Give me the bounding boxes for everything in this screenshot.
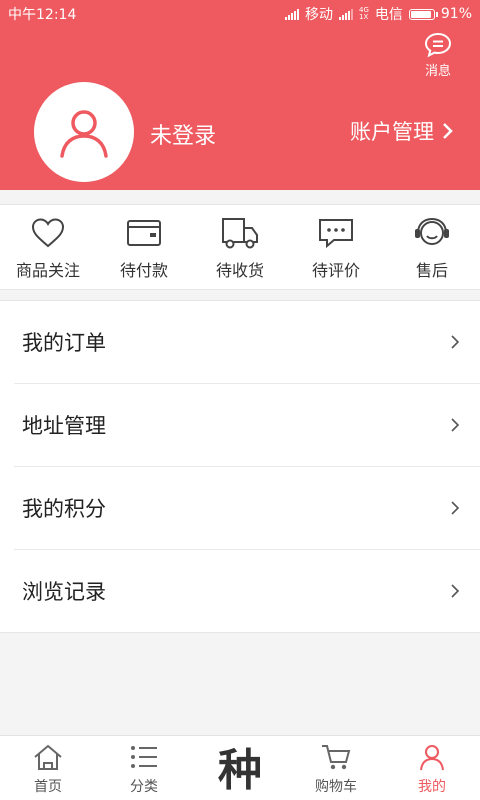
brand-glyph: 种 [218,745,262,796]
user-avatar-icon [60,110,108,158]
tab-cart[interactable]: 购物车 [288,736,384,800]
signal-icon-2 [338,8,353,20]
order-item-label: 待评价 [311,261,360,280]
tab-label: 首页 [34,779,62,795]
chevron-right-icon [451,418,460,432]
menu-item-history[interactable]: 浏览记录 [14,550,480,632]
menu-item-label: 我的积分 [22,497,106,521]
menu-item-label: 我的订单 [22,331,106,355]
order-item-label: 售后 [415,261,448,280]
tab-label: 分类 [130,779,158,795]
carrier-2: 电信 [374,7,403,23]
chevron-right-icon [451,584,460,598]
menu-list: 我的订单 地址管理 我的积分 浏览记录 [0,300,480,633]
chevron-right-icon [451,335,460,349]
signal-icon [284,8,299,20]
message-icon [424,32,452,58]
network-type: 4G 1X [358,6,369,21]
chevron-right-icon [443,123,453,139]
menu-item-label: 地址管理 [22,414,106,438]
account-management-label: 账户管理 [350,120,434,144]
wallet-icon [127,220,161,246]
list-icon [131,746,157,768]
home-icon [34,744,62,770]
status-bar: 中午12:14 移动 4G 1X 电信 91% [0,0,480,26]
login-status[interactable]: 未登录 [150,118,216,150]
order-item-favorites[interactable]: 商品关注 [0,205,96,289]
bottom-tab-bar: 首页 分类 种 购物车 我的 [0,735,480,800]
tab-label: 我的 [418,779,446,795]
comment-icon [319,219,353,249]
order-status-bar: 商品关注 待付款 待收货 待评价 售后 [0,204,480,290]
tab-mine[interactable]: 我的 [384,736,480,800]
order-item-label: 待付款 [119,261,168,280]
order-item-after-sales[interactable]: 售后 [384,205,480,289]
order-item-pending-payment[interactable]: 待付款 [96,205,192,289]
tab-center-brand[interactable]: 种 [192,736,288,800]
order-item-pending-receipt[interactable]: 待收货 [192,205,288,289]
carrier-1: 移动 [304,7,333,23]
profile-header: 消息 未登录 账户管理 [0,26,480,190]
heart-icon [31,218,65,248]
truck-icon [222,218,258,249]
battery-percent: 91% [440,6,472,22]
headset-icon [415,217,449,245]
avatar[interactable] [34,82,134,182]
tab-label: 购物车 [315,779,357,795]
cart-icon [322,745,351,770]
tab-home[interactable]: 首页 [0,736,96,800]
status-time: 中午12:14 [8,7,77,23]
message-label: 消息 [424,64,451,79]
battery-level [410,10,431,18]
battery-icon [408,8,438,20]
menu-item-address[interactable]: 地址管理 [14,384,480,467]
menu-item-label: 浏览记录 [22,580,106,604]
tab-category[interactable]: 分类 [96,736,192,800]
menu-item-points[interactable]: 我的积分 [14,467,480,550]
menu-item-my-orders[interactable]: 我的订单 [14,301,480,384]
order-item-label: 待收货 [215,261,264,280]
chevron-right-icon [451,501,460,515]
order-item-pending-review[interactable]: 待评价 [288,205,384,289]
account-management-link[interactable]: 账户管理 [350,116,454,146]
order-item-label: 商品关注 [15,261,80,280]
user-icon [420,745,444,771]
message-button[interactable]: 消息 [418,32,458,79]
